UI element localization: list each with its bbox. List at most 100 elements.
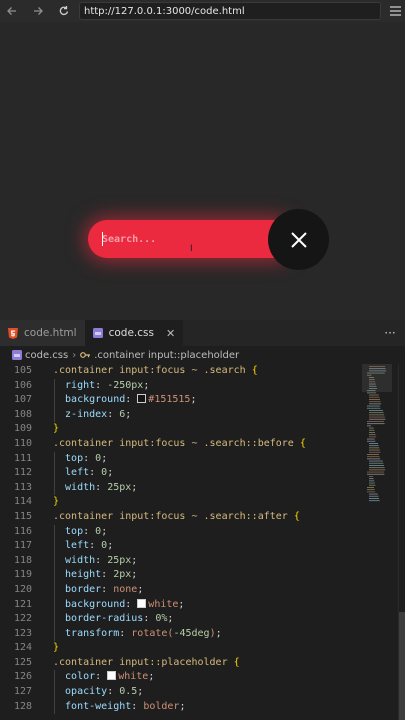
html5-icon <box>8 327 18 339</box>
minimap-viewport[interactable] <box>362 364 392 392</box>
code-line[interactable]: 124} <box>0 641 405 656</box>
breadcrumb-file[interactable]: code.css <box>25 350 68 361</box>
code-token: : <box>89 540 102 552</box>
code-text: } <box>53 641 59 656</box>
code-token: } <box>53 642 60 654</box>
code-token: -250px <box>107 379 144 391</box>
code-token: : <box>83 525 96 537</box>
code-token: ; <box>101 525 108 537</box>
code-token: none <box>113 583 138 595</box>
minimap-line <box>369 449 380 451</box>
breadcrumb: code.css › .container input::placeholder <box>0 346 405 364</box>
scrollbar-thumb[interactable] <box>399 612 405 720</box>
close-button[interactable] <box>268 209 329 270</box>
code-token: ; <box>125 408 132 420</box>
code-token: ; <box>107 540 114 552</box>
code-line[interactable]: 121 background: white; <box>0 597 405 613</box>
code-line[interactable]: 113 width: 25px; <box>0 480 405 496</box>
code-text: border-radius: 0%; <box>53 612 173 627</box>
code-line[interactable]: 126 color: white; <box>0 670 405 686</box>
tab-code-css[interactable]: code.css ✕ <box>84 320 184 346</box>
code-token: font-weight <box>53 700 132 712</box>
code-line[interactable]: 118 width: 25px; <box>0 553 405 569</box>
minimap-line <box>369 416 385 418</box>
code-token: { <box>233 656 240 668</box>
line-number: 114 <box>13 496 32 508</box>
code-editor[interactable]: 105 .container input:focus ~ .search {106… <box>0 364 405 720</box>
code-line[interactable]: 112 left: 0; <box>0 466 405 481</box>
code-token: : <box>107 408 120 420</box>
code-token: ; <box>137 686 144 698</box>
code-text: z-index: 6; <box>53 408 131 423</box>
text-cursor-icon: I <box>190 244 193 254</box>
code-text: border: none; <box>53 583 143 598</box>
reload-icon[interactable] <box>55 2 73 20</box>
code-line[interactable]: 115 .container input:focus ~ .search::aft… <box>0 510 405 525</box>
code-line[interactable]: 125 .container input::placeholder { <box>0 656 405 671</box>
code-token: : <box>95 554 108 566</box>
minimap-line <box>369 447 380 449</box>
color-swatch[interactable] <box>137 394 147 404</box>
code-line[interactable]: 127 opacity: 0.5; <box>0 685 405 700</box>
code-line[interactable]: 110 .container input:focus ~ .search::bef… <box>0 437 405 452</box>
line-number: 105 <box>13 365 32 376</box>
code-token: : <box>95 481 108 493</box>
minimap-line <box>369 478 374 480</box>
back-arrow-icon[interactable] <box>3 2 21 20</box>
minimap-line <box>369 414 385 416</box>
minimap-line <box>369 482 375 484</box>
code-line[interactable]: 109} <box>0 422 405 437</box>
code-token: left <box>53 540 90 552</box>
code-token: width <box>53 554 96 566</box>
code-line[interactable]: 128 font-weight: bolder; <box>0 699 405 715</box>
symbol-key-icon <box>80 350 91 360</box>
more-actions-icon[interactable]: ··· <box>375 320 405 346</box>
tab-code-html[interactable]: code.html <box>0 320 85 346</box>
code-token: ; <box>148 671 155 683</box>
minimap-line <box>369 462 384 464</box>
search-input[interactable]: Search... <box>102 220 156 258</box>
code-line[interactable]: 105 .container input:focus ~ .search { <box>0 364 405 379</box>
code-text: background: #151515; <box>53 393 196 408</box>
code-line[interactable]: 114} <box>0 495 405 510</box>
code-line[interactable]: 123 transform: rotate(-45deg); <box>0 626 405 642</box>
minimap-line <box>367 392 377 394</box>
line-number: 126 <box>13 671 32 683</box>
code-line[interactable]: 117 left: 0; <box>0 539 405 554</box>
minimap-line <box>367 438 375 440</box>
search-bar[interactable]: Search... I <box>88 220 293 258</box>
minimap-line <box>369 436 377 438</box>
minimap-line <box>369 484 376 486</box>
code-line[interactable]: 111 top: 0; <box>0 451 405 467</box>
code-token: border-radius <box>53 613 144 625</box>
code-token: ; <box>107 467 114 479</box>
code-token: : <box>89 467 102 479</box>
code-line[interactable]: 107 background: #151515; <box>0 393 405 408</box>
code-token: top <box>53 525 84 537</box>
close-icon[interactable]: ✕ <box>166 327 175 340</box>
line-number: 107 <box>13 394 32 406</box>
code-token: -45deg <box>173 627 210 639</box>
code-line[interactable]: 120 border: none; <box>0 582 405 598</box>
address-bar[interactable]: http://127.0.0.1:3000/code.html <box>79 2 381 20</box>
code-line[interactable]: 119 height: 2px; <box>0 568 405 583</box>
code-text: width: 25px; <box>53 554 137 569</box>
breadcrumb-symbol[interactable]: .container input::placeholder <box>94 350 239 361</box>
code-line[interactable]: 106 right: -250px; <box>0 378 405 394</box>
line-number: 116 <box>13 525 32 537</box>
minimap-line <box>367 473 385 475</box>
color-swatch[interactable] <box>137 598 147 608</box>
code-token: rotate( <box>131 627 174 639</box>
line-number: 123 <box>13 627 32 639</box>
code-token: ; <box>179 700 186 712</box>
forward-arrow-icon[interactable] <box>29 2 47 20</box>
code-line[interactable]: 108 z-index: 6; <box>0 407 405 423</box>
hamburger-menu-icon[interactable] <box>387 3 403 19</box>
line-number: 117 <box>13 540 32 552</box>
minimap-line <box>367 423 385 425</box>
color-swatch[interactable] <box>107 671 117 681</box>
code-line[interactable]: 116 top: 0; <box>0 524 405 540</box>
code-line[interactable]: 122 border-radius: 0%; <box>0 612 405 627</box>
minimap-line <box>369 434 376 436</box>
code-token: 2px <box>113 569 132 581</box>
